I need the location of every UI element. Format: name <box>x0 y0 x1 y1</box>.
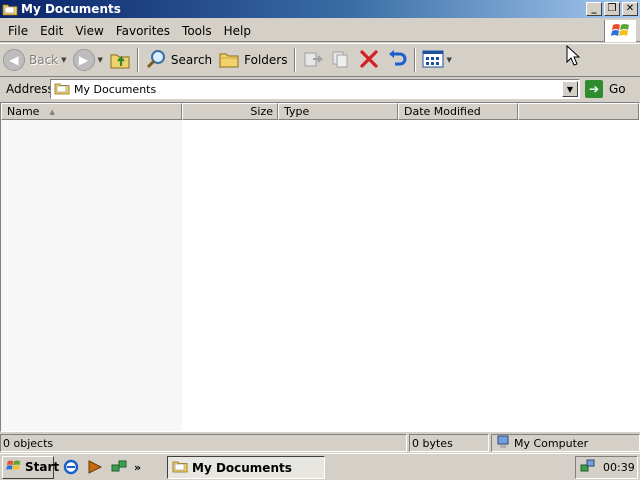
column-type-label: Type <box>284 105 310 118</box>
menu-file[interactable]: File <box>0 24 34 38</box>
address-label: Address <box>6 82 54 96</box>
menu-help[interactable]: Help <box>218 24 257 38</box>
undo-icon <box>386 48 408 73</box>
back-label: Back <box>29 53 59 67</box>
forward-button[interactable]: ▶ ▼ <box>70 45 106 75</box>
column-name-label: Name <box>7 105 40 118</box>
sorted-column-highlight <box>1 120 182 431</box>
taskbar-button-my-documents[interactable]: My Documents <box>167 456 325 479</box>
copy-to-button[interactable] <box>327 45 355 75</box>
windows-logo-icon <box>604 20 636 42</box>
search-label: Search <box>170 53 213 67</box>
column-headers: Name ▲ Size Type Date Modified <box>1 103 639 120</box>
column-header-type[interactable]: Type <box>278 103 398 120</box>
back-arrow-icon: ◀ <box>3 49 25 71</box>
network-status-icon[interactable] <box>580 458 596 477</box>
folder-icon <box>172 459 188 476</box>
menu-favorites[interactable]: Favorites <box>110 24 176 38</box>
move-to-icon <box>302 48 324 73</box>
start-button[interactable]: Start <box>2 455 59 479</box>
my-computer-icon <box>496 435 510 452</box>
undo-button[interactable] <box>383 45 411 75</box>
views-dropdown-icon[interactable]: ▼ <box>447 56 452 64</box>
menu-bar: File Edit View Favorites Tools Help <box>0 20 640 42</box>
toolbar-separator <box>136 48 139 72</box>
restore-button[interactable]: ❐ <box>604 2 620 16</box>
toolbar-separator <box>293 48 296 72</box>
folders-label: Folders <box>244 53 288 67</box>
file-list-view[interactable]: Name ▲ Size Type Date Modified <box>0 102 640 432</box>
status-size: 0 bytes <box>409 434 489 452</box>
quick-launch: » <box>62 458 141 476</box>
title-bar[interactable]: My Documents _ ❐ ✕ <box>0 0 640 18</box>
folder-up-icon <box>109 48 131 73</box>
mouse-cursor-icon <box>566 44 581 70</box>
taskbar: Start » My Documents 00:39 <box>0 453 640 480</box>
folders-button[interactable]: Folders <box>215 45 290 75</box>
clock[interactable]: 00:39 <box>603 461 635 474</box>
folder-icon <box>2 2 18 16</box>
forward-arrow-icon: ▶ <box>72 49 95 71</box>
address-input[interactable]: My Documents ▼ <box>50 79 580 99</box>
views-icon <box>422 49 444 72</box>
taskbar-button-label: My Documents <box>192 460 292 475</box>
search-button[interactable]: Search <box>142 45 215 75</box>
minimize-button[interactable]: _ <box>586 2 602 16</box>
delete-icon <box>358 48 380 73</box>
column-date-label: Date Modified <box>404 105 481 118</box>
back-button[interactable]: ◀ Back ▼ <box>0 45 70 75</box>
network-icon[interactable] <box>110 458 128 476</box>
menu-tools[interactable]: Tools <box>176 24 218 38</box>
go-label: Go <box>609 82 626 96</box>
delete-button[interactable] <box>355 45 383 75</box>
internet-explorer-icon[interactable] <box>62 458 80 476</box>
column-header-filler <box>518 103 639 120</box>
close-button[interactable]: ✕ <box>622 2 638 16</box>
column-header-date-modified[interactable]: Date Modified <box>398 103 518 120</box>
column-header-name[interactable]: Name ▲ <box>1 103 182 120</box>
address-bar: Address My Documents ▼ ➔ Go <box>0 78 640 100</box>
sort-ascending-icon: ▲ <box>49 107 55 116</box>
up-button[interactable] <box>106 45 134 75</box>
copy-to-icon <box>330 48 352 73</box>
window-title: My Documents <box>21 2 121 16</box>
menu-edit[interactable]: Edit <box>34 24 69 38</box>
column-header-size[interactable]: Size <box>182 103 278 120</box>
media-player-icon[interactable] <box>86 458 104 476</box>
status-object-count: 0 objects <box>0 434 407 452</box>
back-dropdown-icon[interactable]: ▼ <box>61 56 66 64</box>
go-arrow-icon: ➔ <box>585 80 603 98</box>
search-icon <box>145 48 167 73</box>
folder-icon <box>54 81 70 98</box>
start-label: Start <box>25 460 60 474</box>
status-location: My Computer <box>491 434 640 452</box>
quick-launch-more-icon[interactable]: » <box>134 461 141 474</box>
windows-logo-icon <box>6 459 22 476</box>
status-bar: 0 objects 0 bytes My Computer <box>0 434 640 452</box>
folders-icon <box>218 48 240 73</box>
forward-dropdown-icon[interactable]: ▼ <box>98 56 103 64</box>
address-value: My Documents <box>74 82 157 96</box>
toolbar-separator <box>413 48 416 72</box>
system-tray: 00:39 <box>575 456 638 479</box>
move-to-button[interactable] <box>299 45 327 75</box>
address-dropdown-button[interactable]: ▼ <box>562 81 578 97</box>
go-button[interactable]: ➔ Go <box>585 79 626 99</box>
status-location-label: My Computer <box>514 436 589 450</box>
standard-toolbar: ◀ Back ▼ ▶ ▼ Search Folders ▼ <box>0 43 640 77</box>
menu-view[interactable]: View <box>69 24 109 38</box>
column-size-label: Size <box>250 105 273 118</box>
views-button[interactable]: ▼ <box>419 45 455 75</box>
